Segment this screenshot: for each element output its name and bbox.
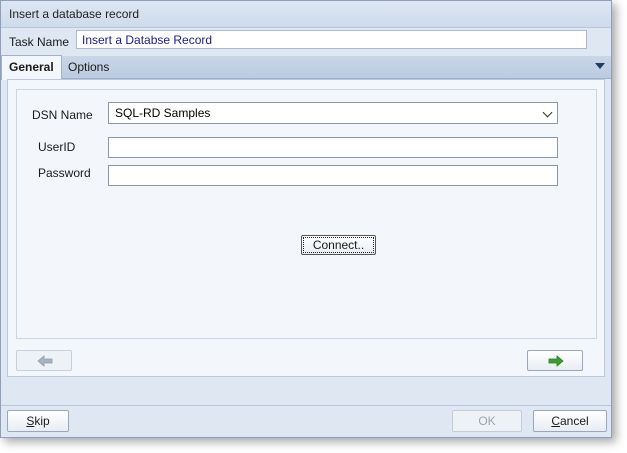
password-label: Password xyxy=(38,166,91,180)
dsn-name-select[interactable]: SQL-RD Samples xyxy=(108,102,558,124)
dropdown-triangle-icon[interactable] xyxy=(595,63,605,69)
dsn-name-label: DSN Name xyxy=(32,108,93,122)
connect-button[interactable]: Connect.. xyxy=(301,235,376,255)
tab-options[interactable]: Options xyxy=(61,56,116,78)
userid-input[interactable] xyxy=(108,137,558,158)
skip-button[interactable]: Skip xyxy=(7,410,69,432)
tab-strip: General Options xyxy=(1,55,611,80)
dsn-name-value: SQL-RD Samples xyxy=(115,106,211,120)
task-name-label: Task Name xyxy=(9,35,70,49)
cancel-button[interactable]: Cancel xyxy=(533,410,607,432)
footer-divider xyxy=(1,405,611,406)
cancel-mnemonic: C xyxy=(551,414,560,428)
title-bar: Insert a database record xyxy=(1,1,611,28)
skip-label-rest: kip xyxy=(34,414,50,428)
back-button[interactable] xyxy=(16,350,72,371)
chevron-down-icon xyxy=(542,107,553,118)
password-input[interactable] xyxy=(108,165,558,186)
task-name-input[interactable] xyxy=(76,30,587,49)
next-button[interactable] xyxy=(527,350,583,371)
cancel-label-rest: ancel xyxy=(559,414,589,428)
left-arrow-icon xyxy=(37,355,53,367)
ok-button[interactable]: OK xyxy=(452,410,522,432)
right-arrow-icon xyxy=(548,355,564,367)
connection-group xyxy=(16,89,597,339)
userid-label: UserID xyxy=(38,140,76,154)
window-title: Insert a database record xyxy=(9,7,140,21)
tab-general[interactable]: General xyxy=(1,55,62,80)
dialog-window: Insert a database record Task Name Gener… xyxy=(0,0,612,438)
